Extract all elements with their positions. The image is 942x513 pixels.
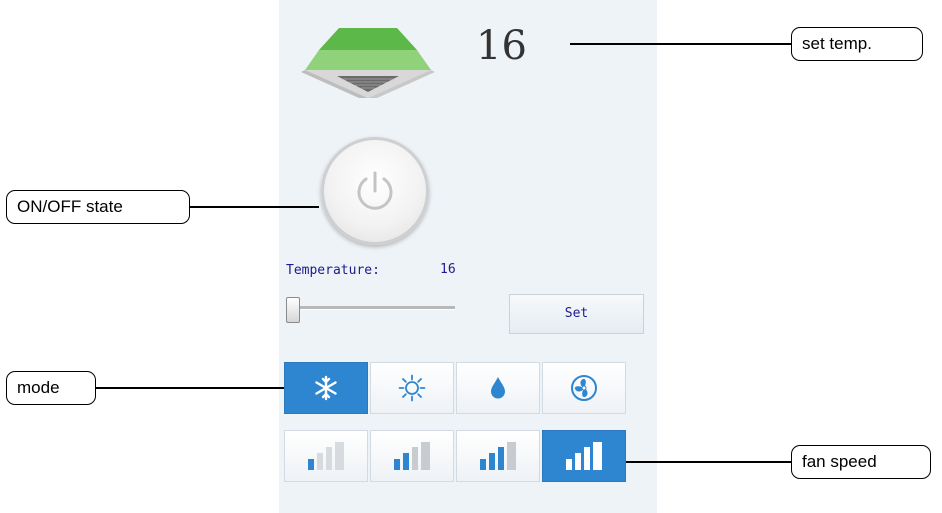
fan-speed-callout-line	[626, 461, 791, 463]
on-off-callout: ON/OFF state	[6, 190, 190, 224]
mode-cool-button[interactable]	[284, 362, 368, 414]
mode-fan-button[interactable]	[542, 362, 626, 414]
ac-unit-icon	[301, 28, 435, 98]
fan-speed-callout: fan speed	[791, 445, 931, 479]
set-temp-callout: set temp.	[791, 27, 923, 61]
fan-speed-2-icon	[394, 442, 430, 470]
set-temperature-display: 16	[476, 23, 527, 69]
power-button[interactable]	[321, 137, 429, 245]
mode-callout: mode	[6, 371, 96, 405]
snowflake-icon	[315, 375, 337, 401]
fan-speed-4-icon	[566, 442, 602, 470]
on-off-callout-line	[189, 206, 319, 208]
set-temp-callout-line	[570, 43, 791, 45]
fan-speed-1-icon	[308, 442, 344, 470]
mode-selector	[284, 362, 628, 414]
temperature-value: 16	[440, 262, 456, 277]
temperature-slider-track[interactable]	[287, 306, 455, 310]
water-drop-icon	[491, 377, 505, 399]
temperature-label: Temperature:	[286, 263, 380, 278]
fan-speed-3-button[interactable]	[456, 430, 540, 482]
power-icon	[357, 171, 393, 210]
fan-speed-3-icon	[480, 442, 516, 470]
fan-speed-selector	[284, 430, 628, 482]
mode-dry-button[interactable]	[456, 362, 540, 414]
fan-speed-2-button[interactable]	[370, 430, 454, 482]
fan-speed-1-button[interactable]	[284, 430, 368, 482]
set-button[interactable]: Set	[509, 294, 644, 334]
fan-icon	[571, 375, 597, 401]
fan-speed-4-button[interactable]	[542, 430, 626, 482]
sun-icon	[398, 374, 426, 402]
temperature-slider-thumb[interactable]	[286, 297, 300, 323]
mode-callout-line	[96, 387, 284, 389]
mode-heat-button[interactable]	[370, 362, 454, 414]
